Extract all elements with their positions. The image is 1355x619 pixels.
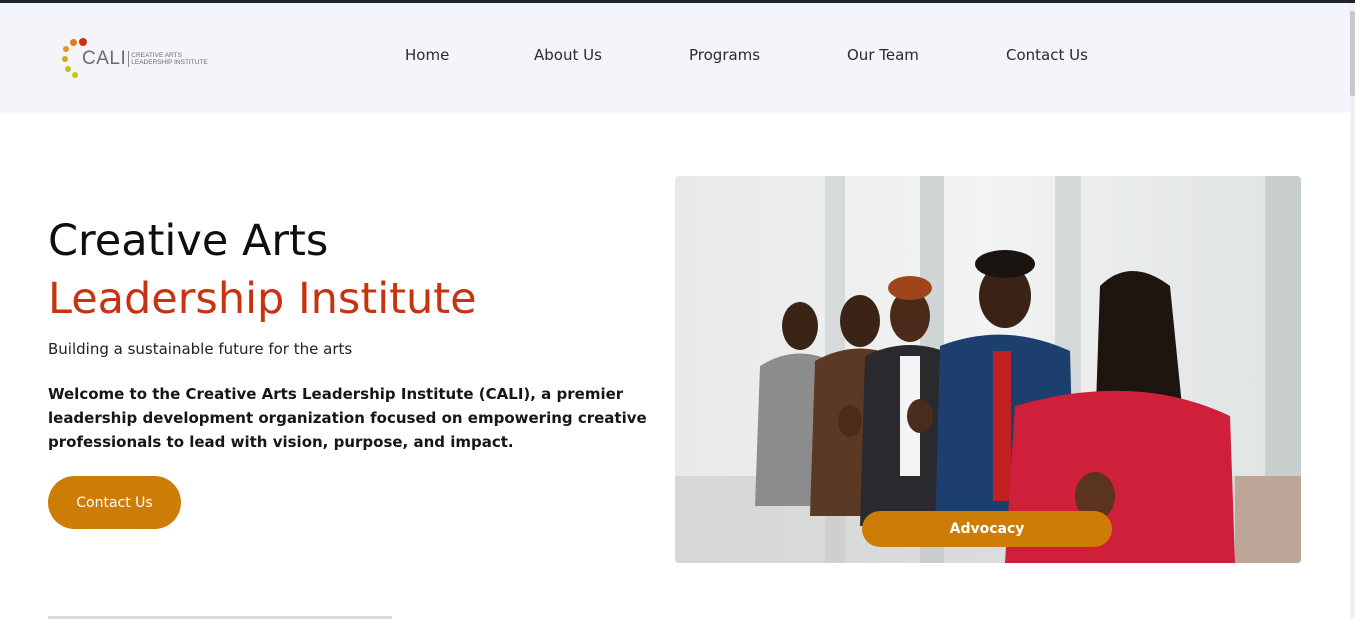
hero-intro-text: Welcome to the Creative Arts Leadership … [48, 385, 647, 451]
nav-home[interactable]: Home [405, 46, 449, 64]
nav-programs[interactable]: Programs [689, 46, 760, 64]
hero-tagline: Building a sustainable future for the ar… [48, 340, 353, 358]
page-scrollbar[interactable] [1350, 3, 1355, 619]
nav-about-us[interactable]: About Us [534, 46, 602, 64]
hero-title-line2: Leadership Institute [48, 274, 477, 324]
advocacy-badge[interactable]: Advocacy [862, 511, 1112, 547]
scrollbar-thumb[interactable] [1350, 11, 1355, 96]
hero-photo-illustration [675, 176, 1301, 563]
hero-image [675, 176, 1301, 563]
hero-title-line1: Creative Arts [48, 216, 329, 266]
hero-title: Creative Arts Leadership Institute [48, 212, 477, 328]
main-nav: Home About Us Programs Our Team Contact … [0, 46, 1350, 70]
site-header: CALI Creative Arts Leadership Institute … [0, 3, 1350, 111]
nav-our-team[interactable]: Our Team [847, 46, 919, 64]
nav-contact-us[interactable]: Contact Us [1006, 46, 1088, 64]
contact-us-button[interactable]: Contact Us [48, 476, 181, 529]
